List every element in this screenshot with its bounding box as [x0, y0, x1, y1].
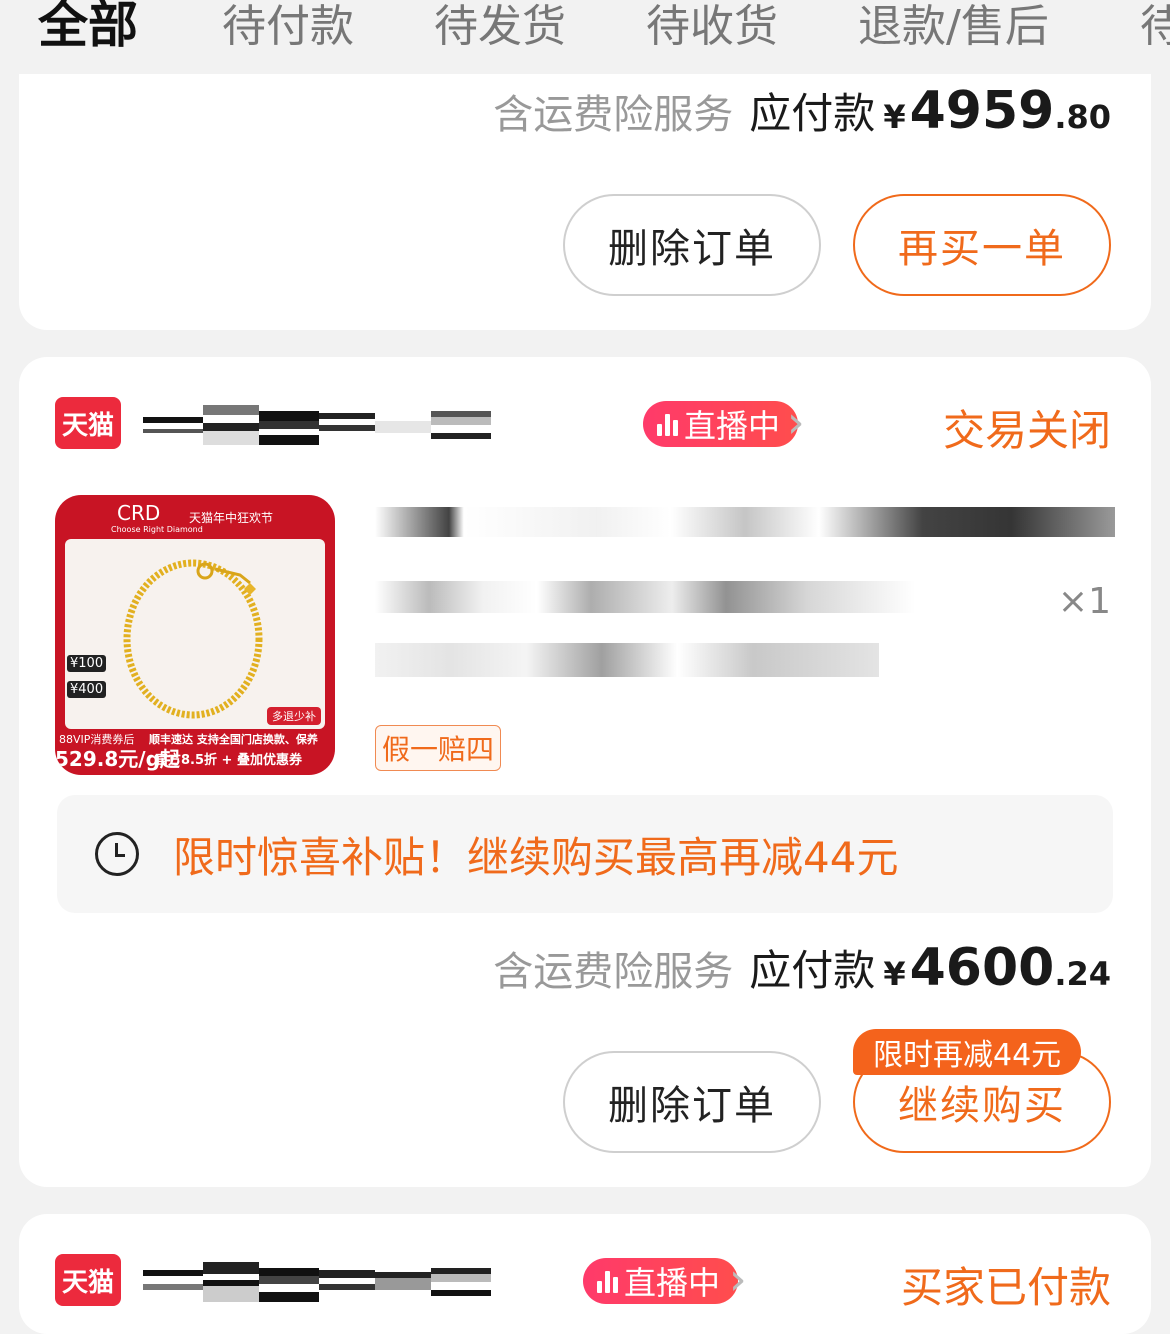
live-streaming-badge[interactable]: 直播中: [583, 1258, 739, 1304]
product-image[interactable]: CRD Choose Right Diamond 天猫年中狂欢节 ¥100 ¥4…: [55, 495, 335, 775]
price-integer: 4959: [909, 81, 1055, 141]
live-bars-icon: [597, 1269, 618, 1293]
order-status: 交易关闭: [942, 406, 1111, 455]
live-streaming-badge[interactable]: 直播中: [643, 401, 799, 447]
guarantee-badge: 假一赔四: [375, 725, 502, 771]
tab-refund-aftersale[interactable]: 退款/售后: [858, 0, 1049, 54]
shop-name-redacted: [143, 405, 491, 445]
rebuy-button[interactable]: 再买一单: [853, 194, 1111, 296]
product-image-footer: 88VIP消费券后 529.8元/g起 顺丰速达 支持全国门店换款、保养 官方8…: [55, 729, 335, 775]
shop-row[interactable]: 天猫 直播中 › 买家已付款: [55, 1254, 1111, 1324]
currency-symbol: ¥: [883, 98, 906, 136]
delete-order-button[interactable]: 删除订单: [563, 194, 821, 296]
price-integer: 4600: [909, 938, 1055, 998]
price-row: 含运费险服务 应付款 ¥ 4959 .80: [493, 80, 1111, 141]
product-spec-redacted-2: [375, 643, 879, 677]
product-title-redacted[interactable]: [375, 507, 1115, 537]
product-photo: ¥100 ¥400 多退少补: [65, 539, 325, 729]
chevron-right-icon: ›: [787, 397, 805, 448]
promo-text: 限时惊喜补贴！继续购买最高再减44元: [173, 832, 899, 882]
footer-line-1: 顺丰速达 支持全国门店换款、保养: [149, 733, 318, 746]
clock-icon: [95, 832, 139, 876]
tab-all[interactable]: 全部: [38, 0, 138, 52]
order-card: 含运费险服务 应付款 ¥ 4959 .80 删除订单 再买一单: [19, 74, 1151, 330]
tab-pending-payment[interactable]: 待付款: [222, 0, 354, 54]
refund-tag: 多退少补: [267, 707, 321, 725]
tab-pending-receipt[interactable]: 待收货: [646, 0, 778, 54]
promo-banner[interactable]: 限时惊喜补贴！继续购买最高再减44元: [57, 795, 1113, 913]
product-spec-redacted: [375, 581, 915, 613]
chevron-right-icon: ›: [729, 1254, 747, 1305]
tmall-logo-icon: 天猫: [55, 397, 121, 449]
shop-row[interactable]: 天猫 直播中 › 交易关闭: [55, 397, 1111, 467]
shipping-insurance-note: 含运费险服务: [493, 92, 734, 138]
live-label: 直播中: [624, 1264, 721, 1302]
live-bars-icon: [657, 412, 678, 436]
footer-line-2: 官方8.5折 + 叠加优惠券: [155, 753, 302, 768]
price-decimal: .80: [1054, 98, 1111, 136]
bracelet-icon: [123, 559, 263, 719]
delete-order-button[interactable]: 删除订单: [563, 1051, 821, 1153]
price-row: 含运费险服务 应付款 ¥ 4600 .24: [493, 937, 1111, 998]
live-label: 直播中: [684, 407, 781, 445]
brand-subtitle: Choose Right Diamond: [111, 525, 203, 534]
coupon-400: ¥400: [67, 681, 107, 698]
tab-pending-shipment[interactable]: 待发货: [434, 0, 566, 54]
order-card: 天猫 直播中 › 买家已付款: [19, 1214, 1151, 1334]
brand-logo: CRD: [117, 501, 161, 525]
amount-due-label: 应付款: [749, 89, 876, 138]
tmall-logo-icon: 天猫: [55, 1254, 121, 1306]
order-status: 买家已付款: [900, 1263, 1111, 1312]
tab-more[interactable]: 待: [1140, 0, 1170, 54]
order-tabs: 全部 待付款 待发货 待收货 退款/售后 待: [0, 0, 1170, 74]
event-tag: 天猫年中狂欢节: [189, 511, 274, 525]
order-card: 天猫 直播中 › 交易关闭 CRD Choose Right Diamond 天…: [19, 357, 1151, 1187]
currency-symbol: ¥: [883, 955, 906, 993]
discount-bubble: 限时再减44元: [853, 1029, 1082, 1075]
quantity: ×1: [1057, 581, 1111, 622]
price-decimal: .24: [1054, 955, 1111, 993]
coupon-100: ¥100: [67, 655, 107, 672]
shipping-insurance-note: 含运费险服务: [493, 949, 734, 995]
shop-name-redacted: [143, 1262, 491, 1302]
amount-due-label: 应付款: [749, 946, 876, 995]
